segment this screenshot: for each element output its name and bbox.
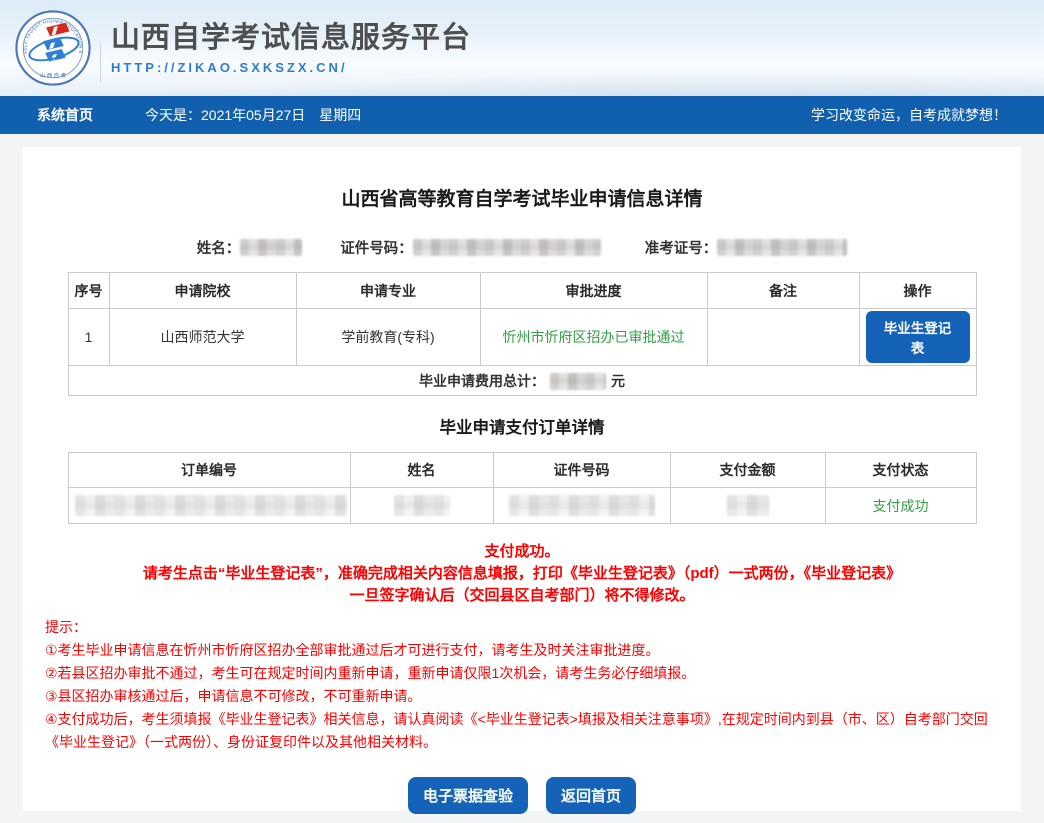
tip-item-1: ①考生毕业申请信息在忻州市忻府区招办全部审批通过后才可进行支付，请考生及时关注审… xyxy=(45,639,993,662)
col-order-no: 订单编号 xyxy=(68,453,350,488)
cell-pay-status: 支付成功 xyxy=(825,488,976,524)
cell-seq: 1 xyxy=(68,309,109,366)
exam-badge-icon: SELF-TAUGHT HIGHER EDUCATION EXAMINATION… xyxy=(14,9,92,87)
cell-pay-name xyxy=(350,488,493,524)
redacted-name-value xyxy=(240,239,302,256)
svg-text:山 西 自 考: 山 西 自 考 xyxy=(40,71,67,79)
identity-row: 姓名： 证件号码： 准考证号： xyxy=(23,237,1021,258)
redacted-ticket-number-value xyxy=(717,239,847,256)
site-title: 山西自学考试信息服务平台 xyxy=(111,21,471,55)
name-label: 姓名： xyxy=(197,237,241,258)
nav-home-link[interactable]: 系统首页 xyxy=(37,105,93,125)
fee-total-cell: 毕业申请费用总计： 元 xyxy=(68,366,976,396)
payment-table-header-row: 订单编号 姓名 证件号码 支付金额 支付状态 xyxy=(68,453,976,488)
application-table-header-row: 序号 申请院校 申请专业 审批进度 备注 操作 xyxy=(68,273,976,309)
brand-divider xyxy=(100,42,101,82)
e-invoice-check-button[interactable]: 电子票据查验 xyxy=(408,777,528,814)
ticket-number-label: 准考证号： xyxy=(645,237,718,258)
cell-action: 毕业生登记表 xyxy=(859,309,976,366)
redacted-fee-value xyxy=(550,373,606,390)
redacted-id-number-value xyxy=(413,239,601,256)
content-card: 山西省高等教育自学考试毕业申请信息详情 姓名： 证件号码： 准考证号： xyxy=(23,147,1021,811)
payment-table: 订单编号 姓名 证件号码 支付金额 支付状态 支付成功 xyxy=(68,452,977,524)
cell-order-no xyxy=(68,488,350,524)
page-title: 山西省高等教育自学考试毕业申请信息详情 xyxy=(23,147,1021,211)
tips-title: 提示： xyxy=(45,616,993,639)
site-header: SELF-TAUGHT HIGHER EDUCATION EXAMINATION… xyxy=(0,0,1044,96)
payment-section-title: 毕业申请支付订单详情 xyxy=(23,414,1021,438)
notice-line-2: 请考生点击“毕业生登记表”，准确完成相关内容信息填报，打印《毕业生登记表》（pd… xyxy=(23,563,1021,585)
redacted-payer-name xyxy=(394,495,450,516)
cell-pay-id xyxy=(493,488,670,524)
col-progress: 审批进度 xyxy=(480,273,707,309)
tip-item-2: ②若县区招办审批不通过，考生可在规定时间内重新申请，重新申请仅限1次机会，请考生… xyxy=(45,662,993,685)
page: SELF-TAUGHT HIGHER EDUCATION EXAMINATION… xyxy=(0,0,1044,823)
col-pay-id: 证件号码 xyxy=(493,453,670,488)
action-buttons: 电子票据查验 返回首页 xyxy=(23,777,1021,814)
col-seq: 序号 xyxy=(68,273,109,309)
application-table: 序号 申请院校 申请专业 审批进度 备注 操作 1 山西师范大学 学前教育(专科… xyxy=(68,272,977,396)
notice-line-3: 一旦签字确认后（交回县区自考部门）将不得修改。 xyxy=(23,585,1021,607)
tips-block: 提示： ①考生毕业申请信息在忻州市忻府区招办全部审批通过后才可进行支付，请考生及… xyxy=(45,616,993,754)
site-url[interactable]: HTTP://ZIKAO.SXKSZX.CN/ xyxy=(111,60,471,75)
col-pay-name: 姓名 xyxy=(350,453,493,488)
nav-slogan: 学习改变命运，自考成就梦想！ xyxy=(811,105,1007,125)
col-school: 申请院校 xyxy=(109,273,296,309)
col-major: 申请专业 xyxy=(296,273,480,309)
site-logo-icon: SELF-TAUGHT HIGHER EDUCATION EXAMINATION… xyxy=(14,9,92,87)
cell-remark xyxy=(707,309,859,366)
cell-major: 学前教育(专科) xyxy=(296,309,480,366)
nav-bar: 系统首页 今天是：2021年05月27日 星期四 学习改变命运，自考成就梦想！ xyxy=(0,96,1044,134)
back-home-button[interactable]: 返回首页 xyxy=(546,777,636,814)
notice-line-1: 支付成功。 xyxy=(23,541,1021,563)
tip-item-4: ④支付成功后，考生须填报《毕业生登记表》相关信息，请认真阅读《<毕业生登记表>填… xyxy=(45,708,993,754)
application-table-row: 1 山西师范大学 学前教育(专科) 忻州市忻府区招办已审批通过 毕业生登记表 xyxy=(68,309,976,366)
fee-total-suffix: 元 xyxy=(611,373,625,389)
cell-progress: 忻州市忻府区招办已审批通过 xyxy=(480,309,707,366)
redacted-amount xyxy=(727,495,769,516)
nav-date-text: 今天是：2021年05月27日 星期四 xyxy=(145,105,361,125)
id-number-label: 证件号码： xyxy=(340,237,413,258)
col-remark: 备注 xyxy=(707,273,859,309)
redacted-order-number xyxy=(75,495,347,516)
cell-pay-amount xyxy=(670,488,825,524)
graduate-registration-form-button[interactable]: 毕业生登记表 xyxy=(866,311,970,363)
payment-table-row: 支付成功 xyxy=(68,488,976,524)
fee-total-row: 毕业申请费用总计： 元 xyxy=(68,366,976,396)
redacted-payer-id xyxy=(509,495,655,516)
col-pay-status: 支付状态 xyxy=(825,453,976,488)
tip-item-3: ③县区招办审核通过后，申请信息不可修改，不可重新申请。 xyxy=(45,685,993,708)
fee-total-label: 毕业申请费用总计： xyxy=(419,373,545,389)
col-pay-amount: 支付金额 xyxy=(670,453,825,488)
payment-success-notice: 支付成功。 请考生点击“毕业生登记表”，准确完成相关内容信息填报，打印《毕业生登… xyxy=(23,541,1021,607)
cell-school: 山西师范大学 xyxy=(109,309,296,366)
col-action: 操作 xyxy=(859,273,976,309)
